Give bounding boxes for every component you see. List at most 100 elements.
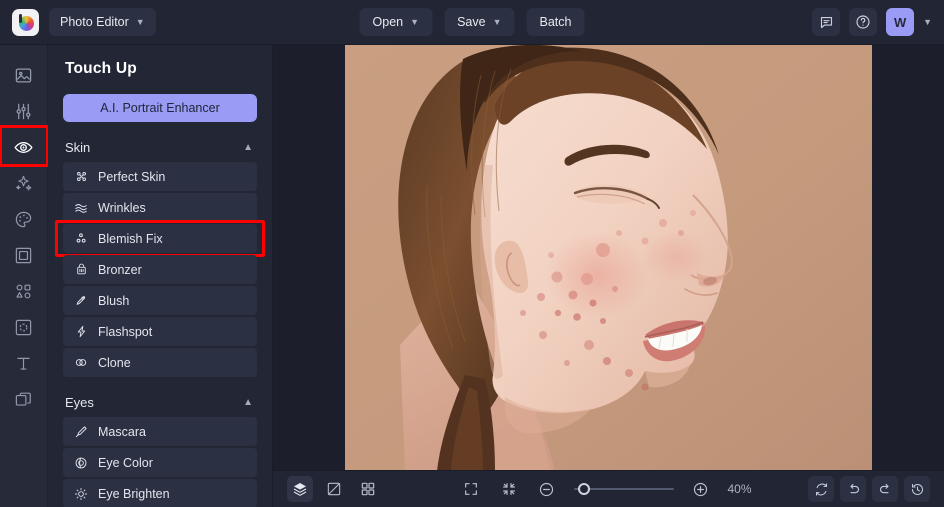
portrait-image bbox=[345, 45, 872, 470]
redo-button[interactable] bbox=[872, 476, 898, 502]
list-item-label: Blush bbox=[98, 294, 129, 308]
list-item-clone[interactable]: Clone bbox=[63, 348, 257, 377]
sidebar-item-retouch[interactable] bbox=[6, 129, 42, 165]
sidebar-item-overlay[interactable] bbox=[6, 309, 42, 345]
list-item-label: Clone bbox=[98, 356, 131, 370]
bronzer-icon bbox=[74, 263, 88, 277]
chevron-down-icon: ▼ bbox=[136, 18, 145, 27]
flashspot-icon bbox=[74, 325, 88, 339]
zoom-out-icon bbox=[538, 481, 555, 498]
top-bar-left: Photo Editor ▼ bbox=[0, 8, 156, 36]
compare-button[interactable] bbox=[321, 476, 347, 502]
app-menu-label: Photo Editor bbox=[60, 15, 129, 29]
batch-button-label: Batch bbox=[539, 15, 571, 29]
text-icon bbox=[14, 354, 33, 373]
mascara-icon bbox=[74, 425, 88, 439]
undo-icon bbox=[846, 482, 861, 497]
chevron-up-icon: ▲ bbox=[243, 397, 253, 408]
bottom-bar-left bbox=[287, 476, 381, 502]
app-body: Touch Up A.I. Portrait Enhancer Skin ▲ bbox=[0, 45, 944, 507]
open-button-label: Open bbox=[373, 15, 404, 29]
sidebar-item-effects[interactable] bbox=[6, 165, 42, 201]
section-items-eyes: Mascara Eye Color bbox=[63, 417, 257, 507]
sidebar-item-text[interactable] bbox=[6, 345, 42, 381]
list-item-eye-brighten[interactable]: Eye Brighten bbox=[63, 479, 257, 507]
save-button[interactable]: Save ▼ bbox=[444, 8, 514, 36]
feedback-button[interactable] bbox=[812, 8, 840, 36]
open-button[interactable]: Open ▼ bbox=[360, 8, 433, 36]
section-header-eyes[interactable]: Eyes ▲ bbox=[63, 395, 257, 410]
reset-button[interactable] bbox=[808, 476, 834, 502]
help-button[interactable] bbox=[849, 8, 877, 36]
help-circle-icon bbox=[855, 14, 871, 30]
sidebar-item-image[interactable] bbox=[6, 57, 42, 93]
history-icon bbox=[910, 482, 925, 497]
undo-button[interactable] bbox=[840, 476, 866, 502]
grid-button[interactable] bbox=[355, 476, 381, 502]
chevron-down-icon: ▼ bbox=[410, 18, 419, 27]
list-item-label: Blemish Fix bbox=[98, 232, 163, 246]
list-item-blemish-fix[interactable]: Blemish Fix bbox=[63, 224, 257, 253]
list-item-blush[interactable]: Blush bbox=[63, 286, 257, 315]
fit-screen-button[interactable] bbox=[496, 476, 522, 502]
canvas-area: 40% bbox=[273, 45, 944, 507]
list-item-bronzer[interactable]: Bronzer bbox=[63, 255, 257, 284]
top-bar: Photo Editor ▼ Open ▼ Save ▼ Batch bbox=[0, 0, 944, 45]
zoom-in-button[interactable] bbox=[688, 476, 714, 502]
photo-editor-logo[interactable] bbox=[12, 9, 39, 36]
zoom-in-icon bbox=[692, 481, 709, 498]
list-item-label: Mascara bbox=[98, 425, 146, 439]
bottom-bar: 40% bbox=[273, 470, 944, 507]
blush-icon bbox=[74, 294, 88, 308]
compare-icon bbox=[326, 481, 342, 497]
list-item-label: Flashspot bbox=[98, 325, 152, 339]
shapes-icon bbox=[14, 282, 33, 301]
top-bar-center: Open ▼ Save ▼ Batch bbox=[360, 8, 585, 36]
list-item-label: Eye Brighten bbox=[98, 487, 170, 501]
zoom-out-button[interactable] bbox=[534, 476, 560, 502]
photo-preview[interactable] bbox=[345, 45, 872, 470]
app-menu-button[interactable]: Photo Editor ▼ bbox=[49, 8, 156, 36]
account-chevron-down-icon[interactable]: ▼ bbox=[923, 18, 932, 27]
touch-up-panel: Touch Up A.I. Portrait Enhancer Skin ▲ bbox=[48, 45, 273, 507]
sidebar-item-frames[interactable] bbox=[6, 237, 42, 273]
section-header-skin[interactable]: Skin ▲ bbox=[63, 140, 257, 155]
bottom-bar-center: 40% bbox=[458, 476, 760, 502]
history-button[interactable] bbox=[904, 476, 930, 502]
list-item-flashspot[interactable]: Flashspot bbox=[63, 317, 257, 346]
blemish-fix-icon bbox=[74, 232, 88, 246]
layers-stack-icon bbox=[292, 481, 308, 497]
image-icon bbox=[14, 66, 33, 85]
bottom-bar-right bbox=[808, 476, 930, 502]
fullscreen-button[interactable] bbox=[458, 476, 484, 502]
save-button-label: Save bbox=[457, 15, 486, 29]
list-item-label: Perfect Skin bbox=[98, 170, 165, 184]
ai-portrait-enhancer-button[interactable]: A.I. Portrait Enhancer bbox=[63, 94, 257, 122]
page-title: Touch Up bbox=[63, 45, 257, 78]
canvas[interactable] bbox=[273, 45, 944, 470]
section-label-skin: Skin bbox=[65, 140, 90, 155]
avatar[interactable]: W bbox=[886, 8, 914, 36]
tool-rail bbox=[0, 45, 48, 507]
chat-bubble-icon bbox=[819, 15, 834, 30]
eye-color-icon bbox=[74, 456, 88, 470]
list-item-eye-color[interactable]: Eye Color bbox=[63, 448, 257, 477]
sidebar-item-adjust[interactable] bbox=[6, 93, 42, 129]
zoom-slider[interactable] bbox=[574, 482, 674, 496]
list-item-label: Eye Color bbox=[98, 456, 153, 470]
top-bar-right: W ▼ bbox=[812, 8, 932, 36]
grid-icon bbox=[360, 481, 376, 497]
sliders-icon bbox=[14, 102, 33, 121]
sidebar-item-layers[interactable] bbox=[6, 381, 42, 417]
layers-toggle-button[interactable] bbox=[287, 476, 313, 502]
frame-icon bbox=[14, 246, 33, 265]
zoom-slider-handle[interactable] bbox=[578, 483, 590, 495]
list-item-perfect-skin[interactable]: Perfect Skin bbox=[63, 162, 257, 191]
list-item-mascara[interactable]: Mascara bbox=[63, 417, 257, 446]
section-label-eyes: Eyes bbox=[65, 395, 94, 410]
batch-button[interactable]: Batch bbox=[526, 8, 584, 36]
eye-icon bbox=[13, 137, 34, 158]
sidebar-item-color[interactable] bbox=[6, 201, 42, 237]
list-item-wrinkles[interactable]: Wrinkles bbox=[63, 193, 257, 222]
sidebar-item-shapes[interactable] bbox=[6, 273, 42, 309]
